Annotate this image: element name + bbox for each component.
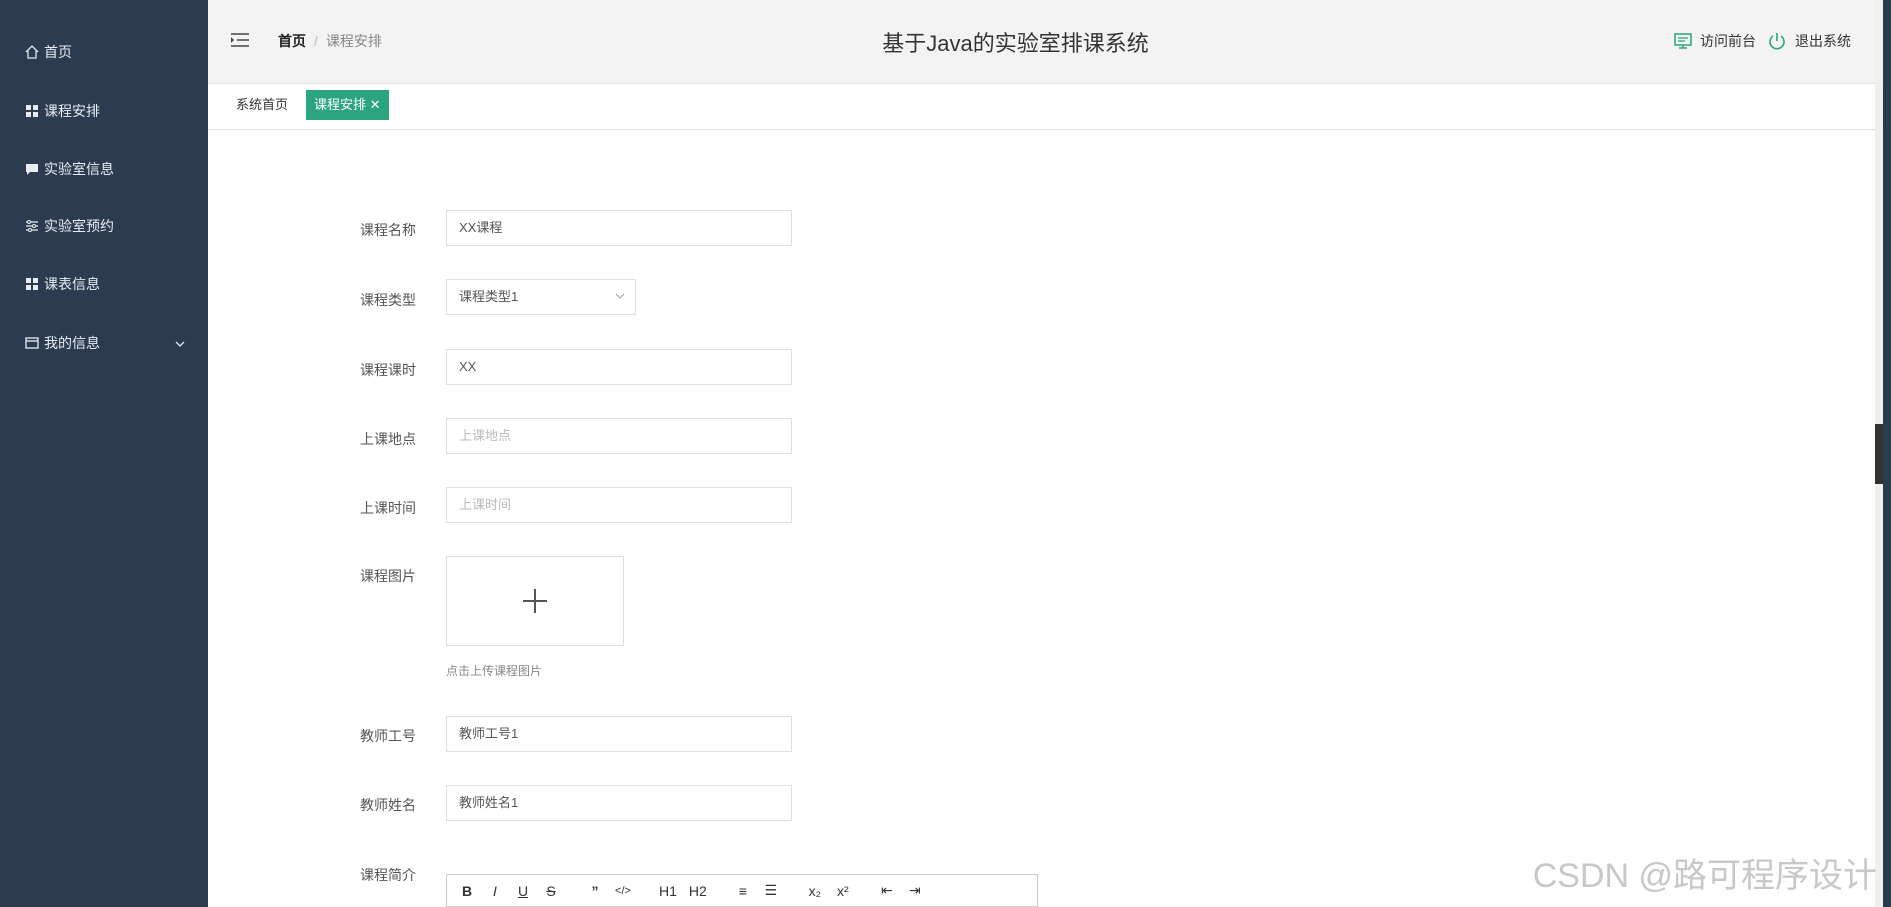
teacher-name-input[interactable]: 教师姓名1 [446,785,792,821]
italic-button[interactable]: I [487,883,503,899]
sliders-icon [24,218,40,234]
sidebar: 首页 课程安排 实验室信息 实验室预约 课表信息 我的信息 [0,0,208,907]
tab-system-home[interactable]: 系统首页 [228,90,296,120]
indent-button[interactable]: ⇥ [907,882,923,899]
course-name-input[interactable]: XX课程 [446,210,792,246]
subscript-button[interactable]: x₂ [807,883,823,899]
top-header: 首页 / 课程安排 基于Java的实验室排课系统 访问前台 退出系统 [208,0,1883,84]
time-label: 上课时间 [360,500,416,516]
sidebar-item-timetable[interactable]: 课表信息 [0,264,208,304]
sidebar-item-my-info[interactable]: 我的信息 [0,323,208,363]
teacher-id-input[interactable]: 教师工号1 [446,716,792,752]
teacher-name-label: 教师姓名 [360,797,416,813]
message-icon [24,161,40,177]
chevron-down-icon [174,337,186,353]
sidebar-item-course-schedule[interactable]: 课程安排 [0,91,208,131]
power-icon [1769,33,1785,50]
h1-button[interactable]: H1 [659,883,677,899]
visit-front-label: 访问前台 [1700,33,1756,49]
course-type-label: 课程类型 [360,292,416,308]
sidebar-item-home[interactable]: 首页 [0,32,208,72]
tab-course-schedule[interactable]: 课程安排 ✕ [306,90,389,120]
watermark: CSDN @路可程序设计 [1532,857,1877,895]
sidebar-item-lab-info[interactable]: 实验室信息 [0,149,208,189]
sidebar-item-label: 首页 [44,44,72,60]
location-label: 上课地点 [360,431,416,447]
sidebar-item-label: 课表信息 [44,276,100,292]
strike-button[interactable]: S [543,883,559,899]
tab-label: 课程安排 [314,97,367,112]
bold-button[interactable]: B [459,883,475,899]
sidebar-item-lab-booking[interactable]: 实验室预约 [0,206,208,246]
course-hours-input[interactable]: XX [446,349,792,385]
tabs-bar: 系统首页 课程安排 ✕ [208,84,1883,130]
superscript-button[interactable]: x² [835,883,851,899]
close-icon[interactable]: ✕ [370,97,381,112]
page-title: 基于Java的实验室排课系统 [882,31,1149,56]
chevron-down-icon [615,280,625,314]
code-button[interactable]: </> [615,885,631,897]
monitor-icon [1674,33,1692,49]
blockquote-button[interactable]: ” [587,883,603,899]
image-upload-hint: 点击上传课程图片 [446,664,543,678]
grid-icon [24,103,40,119]
image-upload-box[interactable] [446,556,624,646]
h2-button[interactable]: H2 [689,883,707,899]
outdent-button[interactable]: ⇤ [879,882,895,899]
bullet-list-button[interactable]: ☰ [763,882,779,899]
sidebar-item-label: 课程安排 [44,103,100,119]
location-input[interactable]: 上课地点 [446,418,792,454]
scrollbar[interactable] [1875,0,1883,907]
plus-icon [523,589,547,613]
course-name-label: 课程名称 [360,222,416,238]
logout-label: 退出系统 [1795,33,1851,49]
teacher-id-label: 教师工号 [360,728,416,744]
scrollbar-thumb[interactable] [1875,424,1883,484]
home-icon [24,44,40,60]
visit-front-button[interactable]: 访问前台 [1674,31,1756,51]
logout-button[interactable]: 退出系统 [1767,31,1851,51]
image-label: 课程图片 [360,568,416,584]
ordered-list-button[interactable]: ≡ [735,883,751,899]
course-form: 课程名称 XX课程 课程类型 课程类型1 课程课时 XX 上课地点 上课地点 上… [208,130,1883,907]
course-type-value: 课程类型1 [459,289,519,304]
sidebar-item-label: 实验室信息 [44,161,114,177]
sidebar-item-label: 我的信息 [44,335,100,351]
underline-button[interactable]: U [515,883,531,899]
window-icon [24,335,40,351]
time-input[interactable]: 上课时间 [446,487,792,523]
course-type-select[interactable]: 课程类型1 [446,279,636,315]
main-area: 首页 / 课程安排 基于Java的实验室排课系统 访问前台 退出系统 系统首页 课程… [208,0,1883,907]
grid-icon [24,276,40,292]
rich-text-toolbar: B I U S ” </> H1 H2 ≡ ☰ x₂ x² ⇤ ⇥ [446,874,1038,907]
intro-label: 课程简介 [360,867,416,883]
sidebar-item-label: 实验室预约 [44,218,114,234]
course-hours-label: 课程课时 [360,362,416,378]
